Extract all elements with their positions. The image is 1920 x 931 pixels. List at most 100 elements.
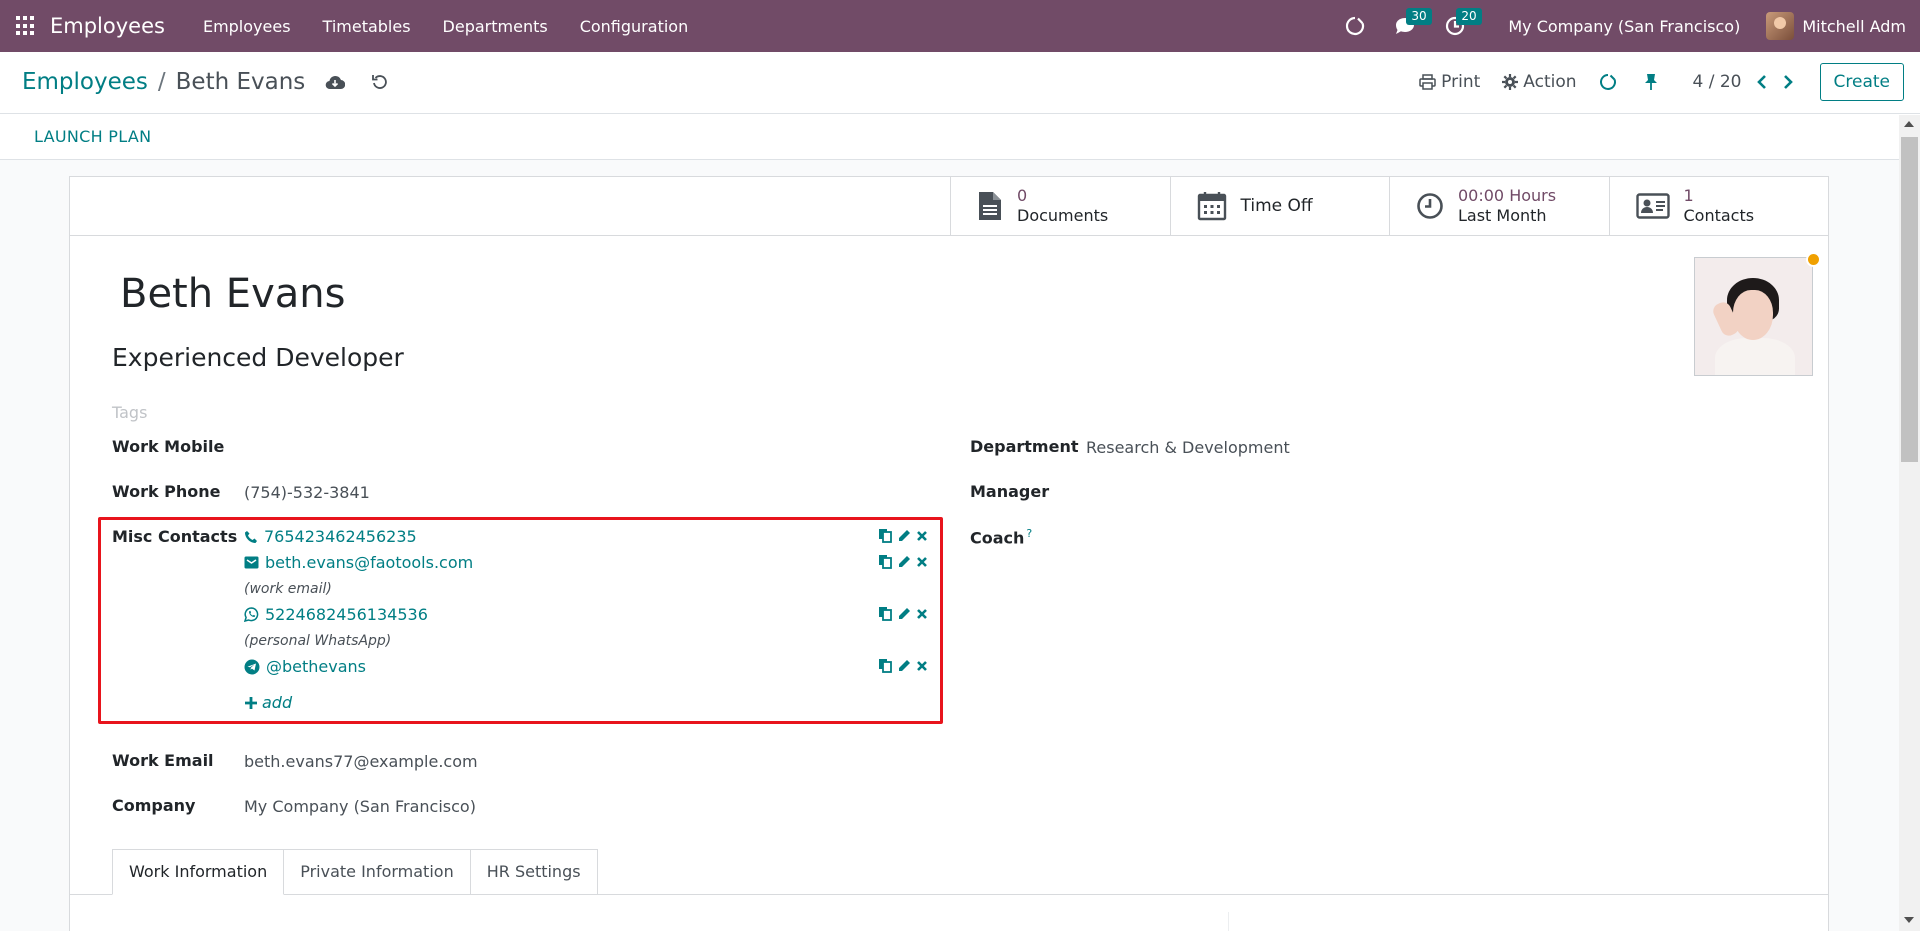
misc-contact-whatsapp-actions [873, 606, 928, 621]
documents-smart-button[interactable]: 0 Documents [951, 177, 1171, 235]
menu-employees[interactable]: Employees [203, 17, 291, 36]
copy-icon[interactable] [878, 554, 892, 569]
misc-contact-telegram[interactable]: @bethevans [244, 657, 366, 676]
activities-icon[interactable]: 20 [1442, 8, 1482, 39]
scroll-thumb[interactable] [1901, 137, 1918, 462]
coach-help-tooltip[interactable]: ? [1026, 527, 1032, 540]
pager-next-icon[interactable] [1782, 74, 1794, 90]
form-statusbar: LAUNCH PLAN [0, 115, 1899, 160]
gear-icon [1502, 74, 1519, 90]
envelope-icon [244, 556, 259, 569]
launch-plan-button[interactable]: LAUNCH PLAN [34, 127, 151, 146]
work-mobile-field[interactable] [244, 437, 884, 459]
misc-contact-whatsapp[interactable]: 5224682456134536 [244, 605, 428, 624]
messages-icon[interactable]: 30 [1392, 8, 1432, 39]
edit-pencil-icon[interactable] [897, 555, 911, 569]
work-mobile-label: Work Mobile [112, 437, 225, 456]
edit-pencil-icon[interactable] [897, 529, 911, 543]
copy-icon[interactable] [878, 606, 892, 621]
copy-icon[interactable] [878, 658, 892, 673]
tab-hr-settings[interactable]: HR Settings [469, 849, 598, 895]
printer-icon [1419, 74, 1436, 90]
department-field[interactable]: Research & Development [1086, 438, 1290, 457]
contacts-smart-button[interactable]: 1 Contacts [1610, 177, 1830, 235]
control-panel-actions: Print Action 4 / 20 Create [1397, 63, 1904, 101]
tab-pane-column-divider [1228, 912, 1229, 931]
tags-field[interactable]: Tags [112, 403, 147, 422]
odoobot-icon[interactable] [1342, 13, 1368, 39]
department-label: Department [970, 437, 1079, 456]
chatter-toggle-icon[interactable] [1599, 73, 1622, 91]
edit-pencil-icon[interactable] [897, 607, 911, 621]
form-sheet: 0 Documents Time Off 00:00 Hours Last Mo… [69, 176, 1829, 931]
hours-value: 00:00 Hours [1458, 186, 1557, 205]
print-button[interactable]: Print [1419, 72, 1480, 92]
presence-status-dot [1806, 252, 1821, 267]
scroll-up-arrow-icon[interactable] [1904, 121, 1914, 127]
work-phone-label: Work Phone [112, 482, 221, 501]
apps-grid-icon[interactable] [16, 16, 36, 36]
misc-contact-telegram-actions [873, 658, 928, 673]
tab-private-information[interactable]: Private Information [283, 849, 471, 895]
pager-value[interactable]: 4 / 20 [1693, 72, 1742, 92]
whatsapp-icon [244, 607, 259, 622]
hours-smart-button[interactable]: 00:00 Hours Last Month [1390, 177, 1610, 235]
job-title-field[interactable]: Experienced Developer [112, 343, 404, 372]
contacts-label: Contacts [1683, 206, 1755, 225]
menu-departments[interactable]: Departments [443, 17, 548, 36]
navbar-systray: 30 20 My Company (San Francisco) Mitchel… [1330, 0, 1920, 52]
documents-count: 0 [1017, 186, 1028, 205]
menu-configuration[interactable]: Configuration [580, 17, 689, 36]
activities-badge: 20 [1456, 8, 1482, 25]
remove-x-icon[interactable] [916, 556, 928, 568]
employee-name-field[interactable]: Beth Evans [120, 271, 345, 317]
edit-pencil-icon[interactable] [897, 659, 911, 673]
manager-field[interactable] [1086, 482, 1726, 504]
page-scrollbar[interactable] [1899, 115, 1920, 931]
manager-label: Manager [970, 482, 1050, 501]
coach-field[interactable] [1086, 527, 1726, 549]
time-off-smart-button[interactable]: Time Off [1171, 177, 1390, 235]
documents-label: Documents [1017, 206, 1109, 225]
misc-contact-phone[interactable]: 765423462456235 [244, 527, 417, 546]
scroll-down-arrow-icon[interactable] [1904, 917, 1914, 923]
company-switcher[interactable]: My Company (San Francisco) [1508, 17, 1740, 36]
calendar-icon [1197, 192, 1226, 221]
work-email-field[interactable]: beth.evans77@example.com [244, 752, 478, 771]
work-phone-field[interactable]: (754)-532-3841 [244, 483, 370, 502]
misc-contact-email-note: (work email) [244, 581, 332, 597]
menu-timetables[interactable]: Timetables [323, 17, 411, 36]
misc-contacts-highlight-box [98, 517, 943, 724]
action-button[interactable]: Action [1502, 72, 1577, 92]
copy-icon[interactable] [878, 528, 892, 543]
misc-contacts-add-link[interactable]: add [244, 693, 292, 712]
user-menu[interactable]: Mitchell Adm [1766, 12, 1906, 40]
remove-x-icon[interactable] [916, 530, 928, 542]
telegram-icon [244, 659, 260, 674]
pager-previous-icon[interactable] [1756, 74, 1768, 90]
discard-undo-icon[interactable] [371, 73, 389, 91]
breadcrumb-separator: / [157, 69, 166, 95]
save-cloud-icon[interactable] [325, 74, 346, 90]
company-field[interactable]: My Company (San Francisco) [244, 797, 476, 816]
breadcrumb-employees[interactable]: Employees [22, 69, 148, 95]
plus-icon [245, 696, 257, 709]
employee-photo[interactable] [1694, 257, 1813, 376]
document-icon [979, 192, 1001, 220]
tab-work-information[interactable]: Work Information [112, 849, 285, 895]
misc-contact-email-actions [873, 554, 928, 569]
remove-x-icon[interactable] [916, 608, 928, 620]
top-navbar: Employees Employees Timetables Departmen… [0, 0, 1920, 52]
create-button[interactable]: Create [1819, 63, 1904, 101]
company-label: Company [112, 796, 196, 815]
pin-icon[interactable] [1644, 73, 1663, 91]
breadcrumb-current: Beth Evans [175, 69, 306, 95]
breadcrumb: Employees / Beth Evans [22, 69, 389, 95]
contacts-count: 1 [1683, 186, 1694, 205]
notebook-tabs: Work Information Private Information HR … [112, 849, 598, 895]
user-avatar [1766, 12, 1795, 40]
app-name[interactable]: Employees [50, 14, 165, 38]
misc-contact-email[interactable]: beth.evans@faotools.com [244, 553, 473, 572]
remove-x-icon[interactable] [916, 660, 928, 672]
misc-contact-whatsapp-note: (personal WhatsApp) [244, 633, 392, 649]
